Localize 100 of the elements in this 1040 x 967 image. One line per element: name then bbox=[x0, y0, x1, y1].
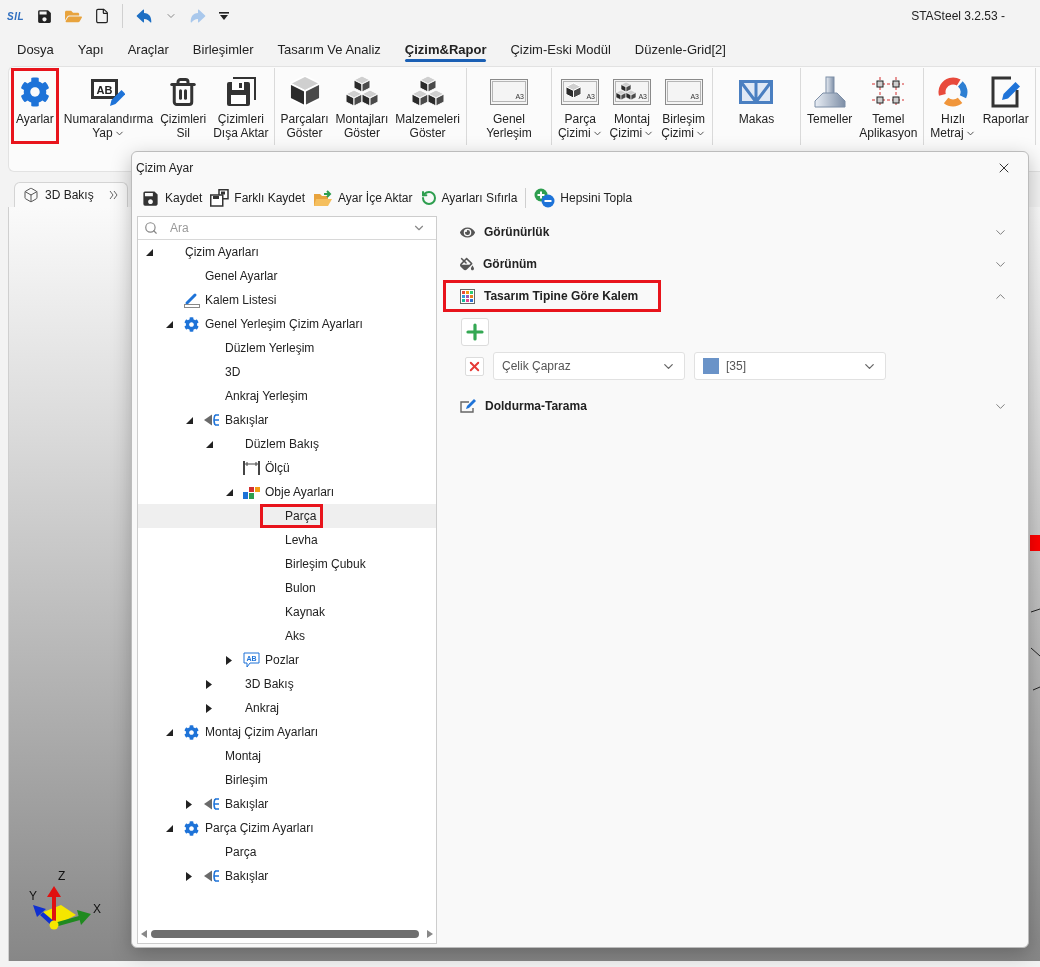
tree-item[interactable]: Genel Ayarlar bbox=[138, 264, 436, 288]
menu-tab[interactable]: Çizim&Rapor bbox=[392, 32, 499, 66]
ribbon-button[interactable]: Makas bbox=[736, 68, 777, 144]
toolbar-button[interactable]: Kaydet bbox=[141, 188, 203, 208]
ribbon-button[interactable]: Temeller bbox=[804, 68, 855, 144]
cube-outline-icon bbox=[23, 187, 39, 203]
pen-line-icon bbox=[183, 292, 200, 308]
section-header[interactable]: Görünüm bbox=[442, 248, 1028, 280]
views-icon bbox=[203, 797, 220, 811]
ribbon-button[interactable]: Çizimleri Dışa Aktar bbox=[211, 68, 271, 144]
new-document-button[interactable] bbox=[94, 8, 111, 24]
tree-item[interactable]: Bulon bbox=[138, 576, 436, 600]
tree-item[interactable]: Aks bbox=[138, 624, 436, 648]
tree-item[interactable]: Çizim Ayarları bbox=[138, 240, 436, 264]
ribbon-button[interactable]: Malzemeleri Göster bbox=[393, 68, 462, 144]
edit-document-icon bbox=[990, 76, 1021, 108]
cubes-icon bbox=[411, 76, 444, 108]
tree-item[interactable]: Ankraj bbox=[138, 696, 436, 720]
toolbar-button[interactable]: Ayar İçe Aktar bbox=[313, 189, 413, 207]
menu-tab[interactable]: Tasarım Ve Analiz bbox=[265, 32, 393, 66]
tree-item[interactable]: Kalem Listesi bbox=[138, 288, 436, 312]
undo-button[interactable] bbox=[135, 7, 154, 25]
axis-label: Z bbox=[58, 869, 66, 883]
dialog-title: Çizim Ayar bbox=[136, 161, 194, 175]
tree-item[interactable]: Bakışlar bbox=[138, 864, 436, 888]
toolbar-button[interactable]: Farklı Kaydet bbox=[210, 189, 306, 207]
document-tab[interactable]: 3D Bakış bbox=[14, 182, 128, 207]
double-chevron-icon bbox=[109, 190, 119, 200]
undo-icon bbox=[135, 7, 154, 25]
menu-tab[interactable]: Birleşimler bbox=[180, 32, 266, 66]
search-field[interactable]: Ara bbox=[170, 218, 400, 238]
pencil-frame-icon bbox=[460, 399, 476, 413]
app-logo: SIL bbox=[7, 10, 25, 22]
add-button[interactable] bbox=[461, 318, 489, 346]
cubes-icon bbox=[345, 76, 378, 108]
save-button[interactable] bbox=[36, 7, 54, 25]
tree-item[interactable]: Parça Çizim Ayarları bbox=[138, 816, 436, 840]
tree-item[interactable]: Düzlem Bakış bbox=[138, 432, 436, 456]
tree-item[interactable]: 3D Bakış bbox=[138, 672, 436, 696]
save-icon bbox=[141, 188, 160, 208]
tree-item[interactable]: Ölçü bbox=[138, 456, 436, 480]
ribbon-button[interactable]: Raporlar bbox=[980, 68, 1031, 144]
pen-dropdown[interactable]: [35] bbox=[694, 352, 886, 380]
tree-item[interactable]: Obje Ayarları bbox=[138, 480, 436, 504]
section-header[interactable]: Doldurma-Tarama bbox=[442, 390, 1028, 422]
scroll-left-icon bbox=[141, 930, 147, 938]
scrollbar-thumb[interactable] bbox=[151, 930, 419, 938]
tree-item[interactable]: Parça bbox=[138, 504, 436, 528]
toolbar-button[interactable]: Ayarları Sıfırla bbox=[420, 190, 518, 206]
save-as-icon bbox=[210, 189, 230, 207]
ribbon-button[interactable]: AB Numaralandırma Yap bbox=[61, 68, 156, 144]
tree-item[interactable]: Birleşim bbox=[138, 768, 436, 792]
design-type-dropdown[interactable]: Çelik Çapraz bbox=[493, 352, 685, 380]
menu-tab[interactable]: Çizim-Eski Modül bbox=[498, 32, 623, 66]
tree-item[interactable]: Bakışlar bbox=[138, 792, 436, 816]
colored-blocks-icon bbox=[243, 485, 260, 499]
redo-icon bbox=[189, 7, 208, 25]
reset-icon bbox=[420, 190, 437, 206]
customize-caret-icon bbox=[219, 12, 230, 20]
tree-item[interactable]: Levha bbox=[138, 528, 436, 552]
ribbon-button[interactable]: Parçaları Göster bbox=[278, 68, 331, 144]
tree-item[interactable]: Montaj Çizim Ayarları bbox=[138, 720, 436, 744]
menu-tab[interactable]: Araçlar bbox=[115, 32, 181, 66]
tree-item[interactable]: Parça bbox=[138, 840, 436, 864]
ribbon-button[interactable]: Montajları Göster bbox=[333, 68, 391, 144]
ribbon-button[interactable]: Hızlı Metraj bbox=[928, 68, 978, 144]
axis-label: Y bbox=[29, 889, 37, 903]
tree-item[interactable]: Montaj bbox=[138, 744, 436, 768]
origin-dot-icon bbox=[49, 920, 59, 930]
tree-item[interactable]: Birleşim Çubuk bbox=[138, 552, 436, 576]
folder-import-icon bbox=[313, 189, 334, 207]
tree-item[interactable]: 3D bbox=[138, 360, 436, 384]
gear-icon bbox=[184, 316, 199, 332]
gear-icon bbox=[184, 820, 199, 836]
scroll-right-icon bbox=[427, 930, 433, 938]
section-header[interactable]: Görünürlük bbox=[442, 216, 1028, 248]
trash-icon bbox=[168, 77, 199, 107]
ribbon-button[interactable]: Temel Aplikasyon bbox=[857, 68, 920, 144]
ring-icon bbox=[938, 77, 968, 107]
menu-tab[interactable]: Dosya bbox=[5, 32, 66, 66]
views-icon bbox=[203, 413, 220, 427]
toolbar-button[interactable]: Hepsini Topla bbox=[534, 188, 633, 208]
views-icon bbox=[203, 869, 220, 883]
column-footing-icon bbox=[812, 76, 847, 108]
tree-item[interactable]: Bakışlar bbox=[138, 408, 436, 432]
search-icon bbox=[144, 221, 158, 235]
tree-item[interactable]: Genel Yerleşim Çizim Ayarları bbox=[138, 312, 436, 336]
ribbon-button[interactable]: Ayarlar bbox=[11, 68, 59, 144]
ribbon-button[interactable]: Çizimleri Sil bbox=[158, 68, 209, 144]
customize-button[interactable] bbox=[219, 12, 230, 20]
tree-item[interactable]: Düzlem Yerleşim bbox=[138, 336, 436, 360]
menu-tab[interactable]: Yapı bbox=[65, 32, 116, 66]
menu-tab[interactable]: Düzenle-Grid[2] bbox=[622, 32, 738, 66]
grid-axis-icon bbox=[871, 76, 906, 108]
tree-item[interactable]: Kaynak bbox=[138, 600, 436, 624]
truss-icon bbox=[739, 80, 774, 104]
plus-minus-circles-icon bbox=[534, 188, 556, 208]
delete-button[interactable] bbox=[465, 356, 484, 376]
section-header[interactable]: Tasarım Tipine Göre Kalem bbox=[442, 280, 1028, 312]
tree-item[interactable]: Ankraj Yerleşim bbox=[138, 384, 436, 408]
